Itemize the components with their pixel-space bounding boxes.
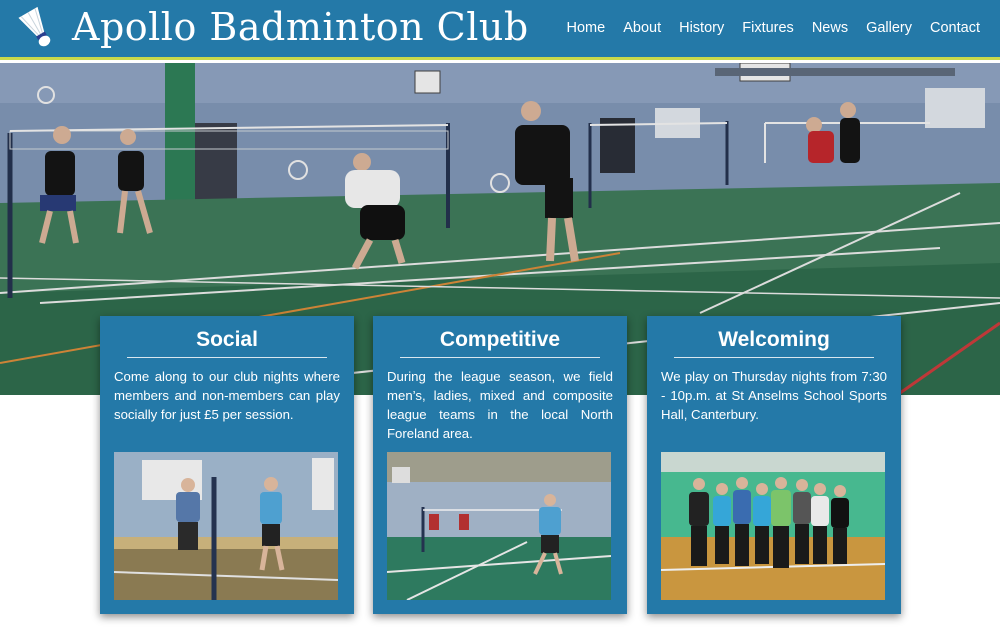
nav-history[interactable]: History (679, 20, 724, 36)
site-header: Apollo Badminton Club Home About History… (0, 0, 1000, 60)
main-nav: Home About History Fixtures News Gallery… (567, 20, 980, 36)
card-welcoming: Welcoming We play on Thursday nights fro… (647, 316, 901, 614)
card-text: Come along to our club nights where memb… (114, 369, 340, 422)
nav-about[interactable]: About (623, 20, 661, 36)
site-title[interactable]: Apollo Badminton Club (72, 5, 529, 49)
social-photo (114, 452, 338, 600)
nav-contact[interactable]: Contact (930, 20, 980, 36)
card-title: Social (196, 328, 258, 351)
card-competitive: Competitive During the league season, we… (373, 316, 627, 614)
card-social: Social Come along to our club nights whe… (100, 316, 354, 614)
competitive-photo (387, 452, 611, 600)
welcoming-photo (661, 452, 885, 600)
card-text: We play on Thursday nights from 7:30 - 1… (661, 369, 887, 422)
card-title: Welcoming (718, 328, 830, 351)
nav-news[interactable]: News (812, 20, 848, 36)
card-title: Competitive (439, 328, 561, 351)
nav-fixtures[interactable]: Fixtures (742, 20, 794, 36)
card-text: During the league season, we field men’s… (387, 369, 613, 441)
nav-gallery[interactable]: Gallery (866, 20, 912, 36)
nav-home[interactable]: Home (567, 20, 606, 36)
shuttlecock-icon[interactable] (16, 6, 58, 50)
